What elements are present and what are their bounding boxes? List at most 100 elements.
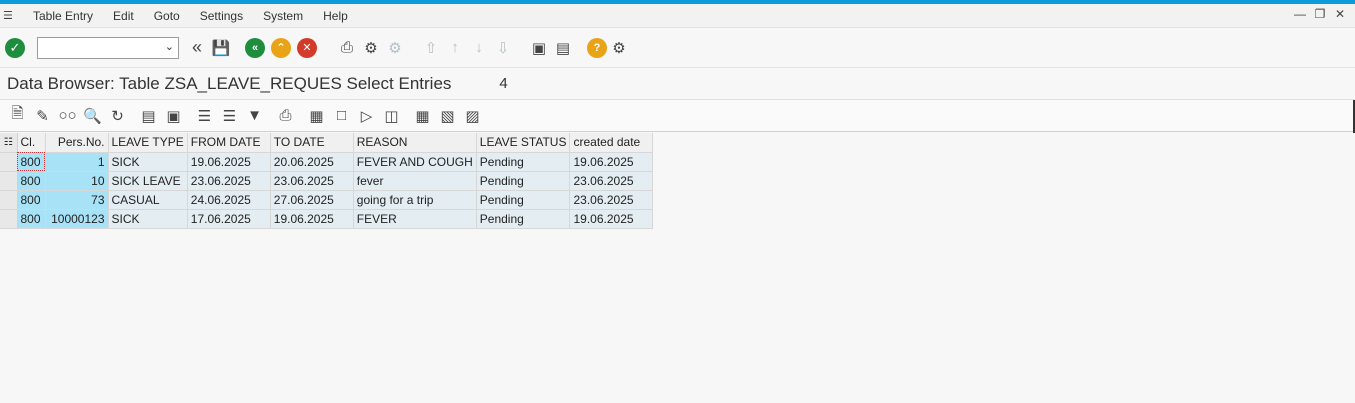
exit-icon[interactable]: ⌃ [271, 37, 291, 58]
menu-bar: ☰ Table Entry Edit Goto Settings System … [0, 4, 1355, 28]
check-table-icon[interactable]: 🔍 [80, 104, 105, 128]
filter-icon[interactable]: ▼ [242, 104, 267, 128]
cell-pers-no[interactable]: 10000123 [45, 209, 109, 229]
cell-from-date[interactable]: 24.06.2025 [187, 190, 271, 210]
page-title: Data Browser: Table ZSA_LEAVE_REQUES Sel… [7, 73, 452, 93]
menu-help[interactable]: Help [313, 9, 358, 23]
cell-created-date[interactable]: 19.06.2025 [569, 152, 654, 172]
select-all-rows-icon[interactable]: ☷ [0, 133, 18, 153]
refresh-icon[interactable]: ↻ [105, 104, 130, 128]
sort-descending-icon[interactable]: ☰ [217, 104, 242, 128]
find-icon[interactable]: ⚙ [359, 36, 383, 60]
cell-from-date[interactable]: 19.06.2025 [187, 152, 271, 172]
cell-leave-type[interactable]: SICK LEAVE [108, 171, 188, 191]
cell-to-date[interactable]: 20.06.2025 [270, 152, 354, 172]
title-bar: Data Browser: Table ZSA_LEAVE_REQUES Sel… [0, 68, 1355, 99]
first-page-icon: ⇧ [424, 39, 438, 57]
cell-pers-no[interactable]: 10 [45, 171, 109, 191]
results-table: ☷ Cl. Pers.No. LEAVE TYPE FROM DATE TO D… [0, 133, 654, 229]
cell-created-date[interactable]: 23.06.2025 [569, 171, 654, 191]
cell-client[interactable]: 800 [17, 190, 46, 210]
menu-system[interactable]: System [253, 9, 313, 23]
local-file-icon[interactable]: ▷ [354, 104, 379, 128]
col-header-reason[interactable]: REASON [353, 133, 477, 153]
cell-leave-status[interactable]: Pending [476, 209, 571, 229]
cell-client[interactable]: 800 [17, 209, 46, 229]
cell-leave-status[interactable]: Pending [476, 152, 571, 172]
help-icon[interactable]: ? [587, 37, 607, 58]
cell-leave-type[interactable]: SICK [108, 209, 188, 229]
col-header-leave-status[interactable]: LEAVE STATUS [476, 133, 571, 153]
cell-from-date[interactable]: 17.06.2025 [187, 209, 271, 229]
cell-client[interactable]: 800 [17, 171, 46, 191]
select-all-icon[interactable]: ▤ [136, 104, 161, 128]
menu-goto[interactable]: Goto [144, 9, 190, 23]
menu-edit[interactable]: Edit [103, 9, 144, 23]
cell-reason[interactable]: FEVER [353, 209, 477, 229]
col-header-client[interactable]: Cl. [17, 133, 46, 153]
cell-reason[interactable]: going for a trip [353, 190, 477, 210]
cell-pers-no[interactable]: 1 [45, 152, 109, 172]
previous-page-icon: ↑ [451, 39, 459, 56]
sort-ascending-icon[interactable]: ☰ [192, 104, 217, 128]
row-selector[interactable] [0, 171, 18, 191]
col-header-from-date[interactable]: FROM DATE [187, 133, 271, 153]
col-header-pers-no[interactable]: Pers.No. [45, 133, 109, 153]
customize-icon[interactable]: ⚙ [607, 36, 631, 60]
chevron-down-icon[interactable]: ⌄ [165, 40, 174, 53]
print-list-icon[interactable]: ⎙ [273, 104, 298, 128]
edit-icon[interactable]: ✎ [30, 104, 55, 128]
save-layout-icon[interactable]: ▨ [460, 104, 485, 128]
save-icon: 💾 [211, 39, 231, 57]
cell-created-date[interactable]: 19.06.2025 [569, 209, 654, 229]
cell-to-date[interactable]: 23.06.2025 [270, 171, 354, 191]
table-row[interactable]: 800 1 SICK 19.06.2025 20.06.2025 FEVER A… [0, 152, 654, 172]
cell-to-date[interactable]: 27.06.2025 [270, 190, 354, 210]
print-icon[interactable]: ⎙ [335, 36, 359, 60]
cell-leave-type[interactable]: CASUAL [108, 190, 188, 210]
col-header-leave-type[interactable]: LEAVE TYPE [108, 133, 188, 153]
table-header-row: ☷ Cl. Pers.No. LEAVE TYPE FROM DATE TO D… [0, 133, 654, 153]
cell-to-date[interactable]: 19.06.2025 [270, 209, 354, 229]
cell-reason[interactable]: FEVER AND COUGH [353, 152, 477, 172]
command-field[interactable]: ⌄ [37, 36, 179, 59]
col-header-to-date[interactable]: TO DATE [270, 133, 354, 153]
command-input[interactable] [38, 37, 158, 58]
row-selector[interactable] [0, 152, 18, 172]
layout-icon[interactable]: ▦ [410, 104, 435, 128]
cell-leave-type[interactable]: SICK [108, 152, 188, 172]
table-row[interactable]: 800 10 SICK LEAVE 23.06.2025 23.06.2025 … [0, 171, 654, 191]
back-icon[interactable]: « [245, 37, 265, 58]
cell-client[interactable]: 800 [17, 152, 46, 172]
shortcut-icon[interactable]: ▤ [551, 36, 575, 60]
last-page-icon: ⇩ [496, 39, 510, 57]
deselect-all-icon[interactable]: ▣ [161, 104, 186, 128]
choose-layout-icon[interactable]: ▧ [435, 104, 460, 128]
table-row[interactable]: 800 73 CASUAL 24.06.2025 27.06.2025 goin… [0, 190, 654, 210]
menu-table-entry[interactable]: Table Entry [23, 9, 103, 23]
chevron-left-double-icon[interactable]: « [185, 36, 209, 60]
minimize-icon[interactable]: — [1293, 7, 1307, 21]
cell-from-date[interactable]: 23.06.2025 [187, 171, 271, 191]
restore-icon[interactable]: ❐ [1313, 7, 1327, 21]
abc-analysis-icon[interactable]: ◫ [379, 104, 404, 128]
cell-pers-no[interactable]: 73 [45, 190, 109, 210]
cell-created-date[interactable]: 23.06.2025 [569, 190, 654, 210]
cell-leave-status[interactable]: Pending [476, 171, 571, 191]
word-processing-icon[interactable]: □ [329, 104, 354, 128]
menu-icon[interactable]: ☰ [3, 9, 21, 22]
cancel-icon[interactable]: ✕ [297, 37, 317, 58]
row-selector[interactable] [0, 190, 18, 210]
close-window-icon[interactable]: ✕ [1333, 7, 1347, 21]
new-session-icon[interactable]: ▣ [527, 36, 551, 60]
display-icon[interactable]: ○○ [55, 104, 80, 128]
row-selector[interactable] [0, 209, 18, 229]
table-row[interactable]: 800 10000123 SICK 17.06.2025 19.06.2025 … [0, 209, 654, 229]
check-icon[interactable]: ✓ [5, 37, 25, 58]
cell-leave-status[interactable]: Pending [476, 190, 571, 210]
export-excel-icon[interactable]: ▦ [304, 104, 329, 128]
cell-reason[interactable]: fever [353, 171, 477, 191]
new-entry-icon[interactable]: 🗎 [5, 104, 30, 128]
col-header-created-date[interactable]: created date [569, 133, 654, 153]
menu-settings[interactable]: Settings [190, 9, 253, 23]
